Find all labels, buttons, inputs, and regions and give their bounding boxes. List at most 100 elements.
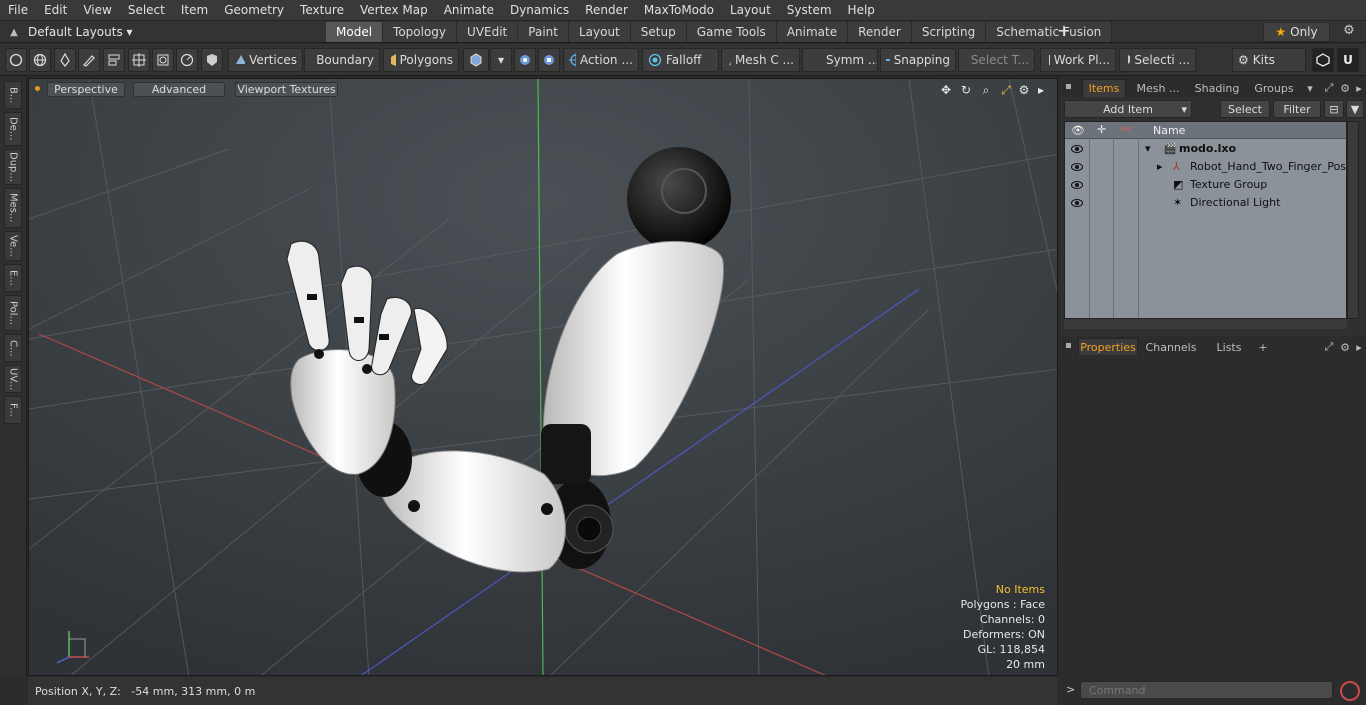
left-tab-4[interactable]: Ve... [4, 231, 22, 261]
tab-groups[interactable]: Groups [1248, 79, 1300, 97]
left-tab-0[interactable]: B... [4, 81, 22, 109]
only-toggle-button[interactable]: ★ Only [1263, 22, 1330, 42]
left-tab-6[interactable]: Pol... [4, 295, 22, 331]
menu-item-help[interactable]: Help [840, 3, 883, 17]
brush-icon[interactable] [78, 48, 100, 72]
tab-channels[interactable]: Channels [1144, 338, 1198, 356]
left-tab-2[interactable]: Dup... [4, 149, 22, 185]
tab-layout[interactable]: Layout [568, 22, 631, 42]
tab-properties[interactable]: Properties [1078, 338, 1138, 356]
menu-item-geometry[interactable]: Geometry [216, 3, 292, 17]
menu-item-edit[interactable]: Edit [36, 3, 75, 17]
unreal-icon[interactable]: U [1337, 48, 1359, 72]
menu-item-file[interactable]: File [0, 3, 36, 17]
tab-mesh-ops[interactable]: Mesh ... [1132, 79, 1184, 97]
center-icon[interactable] [128, 48, 150, 72]
vertical-scrollbar[interactable] [1347, 121, 1359, 319]
tab-paint[interactable]: Paint [518, 22, 569, 42]
command-input[interactable] [1080, 681, 1333, 699]
expand-triangle-icon[interactable]: ▾ [1145, 142, 1151, 155]
left-tab-7[interactable]: C... [4, 334, 22, 362]
add-tab-plus-icon[interactable]: + [1055, 22, 1073, 42]
tab-uvedit[interactable]: UVEdit [457, 22, 519, 42]
rotate-view-icon[interactable]: ↻ [958, 82, 974, 98]
unity-icon[interactable] [1312, 48, 1334, 72]
chevron-down-icon[interactable]: ▾ [1304, 79, 1316, 97]
tab-animate[interactable]: Animate [776, 22, 849, 42]
menu-item-maxtomodo[interactable]: MaxToModo [636, 3, 722, 17]
viewport-options-dot[interactable] [35, 86, 40, 91]
symmetry-button[interactable]: Symm ... [802, 48, 878, 72]
shield-icon[interactable] [201, 48, 223, 72]
square-select-icon[interactable] [152, 48, 174, 72]
default-layouts-dropdown[interactable]: ▲ Default Layouts ▾ [0, 21, 132, 43]
expand-icon[interactable]: ⤢ [1322, 338, 1336, 356]
boundary-button[interactable]: Boundary [304, 48, 380, 72]
center-pivot-icon[interactable] [538, 48, 560, 72]
menu-item-animate[interactable]: Animate [436, 3, 502, 17]
pivot-icon[interactable] [514, 48, 536, 72]
add-tab-plus-icon[interactable]: + [1256, 338, 1270, 356]
tab-render[interactable]: Render [848, 22, 912, 42]
gear-icon[interactable]: ⚙ [1016, 82, 1032, 98]
tab-scripting[interactable]: Scripting [911, 22, 987, 42]
gear-icon[interactable]: ⚙ [1338, 338, 1352, 356]
tab-game-tools[interactable]: Game Tools [686, 22, 777, 42]
pen-tool-icon[interactable] [54, 48, 76, 72]
eye-icon[interactable] [1071, 197, 1083, 209]
expand-arrow-icon[interactable]: ▸ [1033, 82, 1049, 98]
menu-item-render[interactable]: Render [577, 3, 636, 17]
menu-item-system[interactable]: System [779, 3, 840, 17]
vertices-button[interactable]: Vertices [228, 48, 303, 72]
add-item-button[interactable]: Add Item ▾ [1064, 100, 1192, 118]
chevron-down-icon[interactable]: ▾ [490, 48, 512, 72]
tree-row-scene[interactable]: ▾ 🎬 modo.lxo [1065, 140, 1346, 158]
panel-menu-dot[interactable] [1066, 84, 1071, 89]
eye-icon[interactable] [1071, 179, 1083, 191]
viewport-textures-button[interactable]: Viewport Textures [235, 82, 338, 97]
fit-view-icon[interactable]: ⤢ [998, 82, 1014, 98]
perspective-button[interactable]: Perspective [47, 82, 125, 97]
filter-button[interactable]: Filter [1273, 100, 1321, 118]
zoom-search-icon[interactable]: ⌕ [978, 82, 994, 98]
tab-topology[interactable]: Topology [383, 22, 458, 42]
tab-setup[interactable]: Setup [630, 22, 687, 42]
selection-sets-button[interactable]: Selecti ... [1119, 48, 1196, 72]
select-button[interactable]: Select [1220, 100, 1270, 118]
tree-row-mesh[interactable]: ▸ ⅄ Robot_Hand_Two_Finger_Pose [1065, 158, 1346, 176]
menu-item-dynamics[interactable]: Dynamics [502, 3, 577, 17]
tab-model[interactable]: Model [326, 22, 384, 42]
panel-arrow-icon[interactable]: ▸ [1354, 338, 1364, 356]
tab-items[interactable]: Items [1082, 79, 1126, 97]
action-center-button[interactable]: Action ... [563, 48, 639, 72]
menu-item-item[interactable]: Item [173, 3, 216, 17]
eye-icon[interactable] [1071, 161, 1083, 173]
polygons-button[interactable]: Polygons [383, 48, 459, 72]
pan-move-icon[interactable]: ✥ [938, 82, 954, 98]
tab-schematic-fusion[interactable]: Schematic Fusion [986, 22, 1113, 42]
collapsed-triangle-icon[interactable]: ▸ [1157, 160, 1163, 173]
left-tab-1[interactable]: De... [4, 112, 22, 146]
menu-item-texture[interactable]: Texture [292, 3, 352, 17]
falloff-button[interactable]: Falloff [642, 48, 719, 72]
tree-row-texture-group[interactable]: ◩ Texture Group [1065, 176, 1346, 194]
menu-item-layout[interactable]: Layout [722, 3, 779, 17]
record-circle-icon[interactable] [1340, 681, 1360, 701]
rotate-circle-icon[interactable] [176, 48, 198, 72]
tab-shading[interactable]: Shading [1190, 79, 1244, 97]
left-tab-5[interactable]: E... [4, 264, 22, 292]
select-through-button[interactable]: Select T... [958, 48, 1035, 72]
horizontal-scrollbar[interactable] [1064, 319, 1347, 329]
tab-lists[interactable]: Lists [1210, 338, 1248, 356]
work-plane-button[interactable]: Work Pl... [1040, 48, 1116, 72]
kits-button[interactable]: ⚙ Kits [1232, 48, 1306, 72]
expand-icon[interactable]: ⤢ [1322, 79, 1336, 97]
layout-menu-icon[interactable]: ▲ [0, 27, 28, 38]
left-tab-9[interactable]: F... [4, 396, 22, 424]
funnel-filter-icon[interactable]: ▼ [1346, 100, 1364, 118]
mesh-constraint-button[interactable]: Mesh C ... [721, 48, 800, 72]
gear-icon[interactable]: ⚙ [1338, 79, 1352, 97]
panel-arrow-icon[interactable]: ▸ [1354, 79, 1364, 97]
menu-item-vertex-map[interactable]: Vertex Map [352, 3, 436, 17]
gear-icon[interactable]: ⚙ [1338, 23, 1360, 41]
